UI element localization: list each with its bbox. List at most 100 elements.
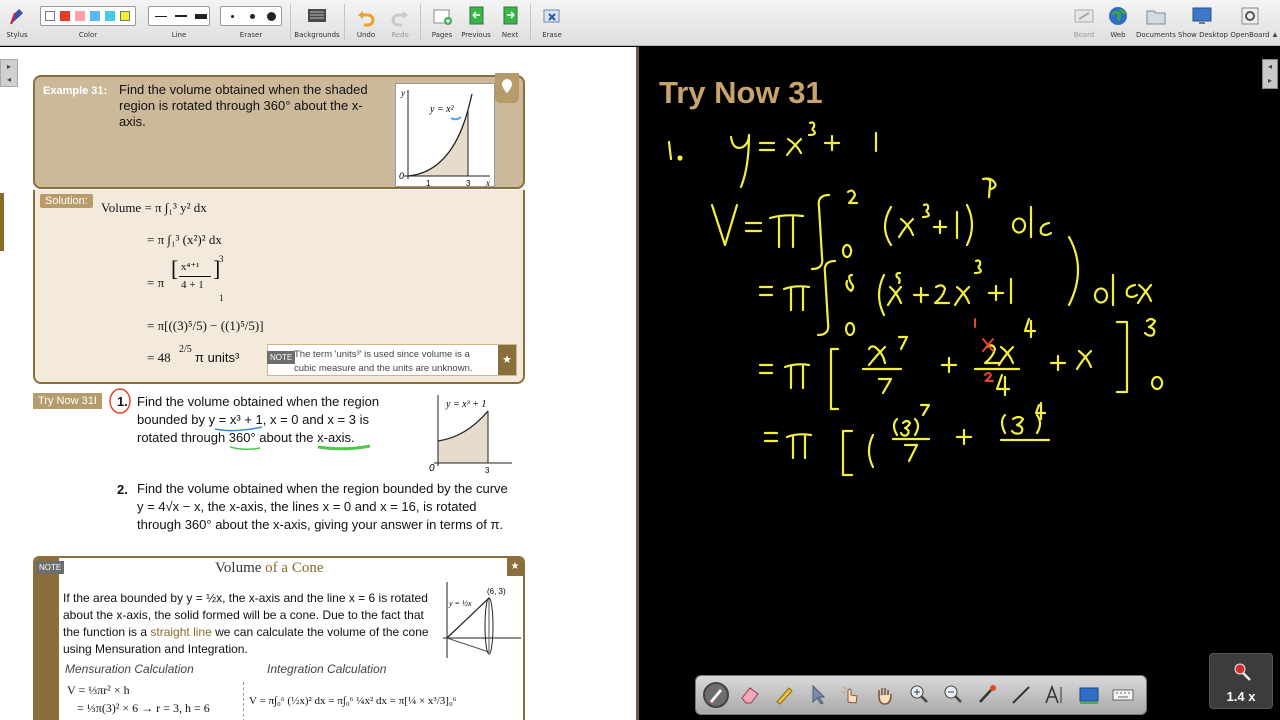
zoom-indicator[interactable]: 1.4 x (1209, 653, 1273, 709)
color-swatch-cyan[interactable] (105, 11, 115, 21)
line-label: Line (171, 31, 187, 39)
board-mode-button[interactable]: Board (1069, 0, 1099, 46)
redo-icon (391, 11, 408, 27)
next-page-button[interactable]: Next (494, 0, 526, 46)
undo-button[interactable]: Undo (350, 0, 382, 46)
left-panel-toggle[interactable]: ▸ ◂ (0, 59, 18, 87)
eraser-size-picker: Eraser (218, 0, 284, 46)
left-gutter: ▸ ◂ (0, 47, 20, 720)
zoom-in-icon (910, 685, 928, 703)
laser-pointer-icon (979, 685, 996, 703)
stylus-button[interactable]: Stylus (2, 0, 32, 46)
line-thick-option[interactable] (195, 14, 207, 19)
cone-text-highlight: straight line (150, 625, 212, 639)
laser-pointer-tool-button[interactable] (974, 682, 1000, 708)
keyboard-tool-button[interactable] (1110, 682, 1136, 708)
next-label: Next (501, 31, 519, 39)
pen-tool-button[interactable] (703, 682, 729, 708)
color-swatch-pink[interactable] (75, 11, 85, 21)
board-icon (1074, 9, 1094, 23)
interact-tool-button[interactable] (838, 682, 864, 708)
color-swatch-white[interactable] (45, 11, 55, 21)
q1-tick: 3 (485, 466, 490, 475)
eraser-large-option[interactable] (267, 12, 276, 21)
highlighter-tool-button[interactable] (771, 682, 797, 708)
text-tool-button[interactable] (1042, 682, 1068, 708)
question-2-number: 2. (117, 482, 128, 497)
pages-button[interactable]: Pages (426, 0, 458, 46)
color-picker: Color (38, 0, 138, 46)
documents-label: Documents (1136, 31, 1176, 39)
cone-graph: y = ½x (6, 3) (433, 578, 523, 662)
star-icon[interactable]: ★ (498, 345, 516, 375)
web-mode-button[interactable]: Web (1103, 0, 1133, 46)
capture-tool-button[interactable] (1076, 682, 1102, 708)
eraser-icon (741, 687, 759, 704)
gutter-marker (0, 193, 4, 251)
color-swatch-red[interactable] (60, 11, 70, 21)
selector-tool-button[interactable] (804, 682, 830, 708)
floating-tool-palette (695, 675, 1147, 715)
cone-note-text: If the area bounded by y = ½x, the x-axi… (63, 590, 433, 658)
mensuration-heading: Mensuration Calculation (65, 662, 194, 676)
question-2-text: Find the volume obtained when the region… (137, 481, 508, 532)
main-toolbar: Stylus Color Line Eraser Backgrounds Und… (0, 0, 1280, 46)
eraser-small-option[interactable] (231, 15, 234, 18)
solution-line-3-denominator: 4 + 1 (181, 279, 204, 291)
openboard-label: OpenBoard (1230, 31, 1270, 39)
question-1-number: 1. (117, 394, 128, 409)
color-swatch-yellow[interactable] (120, 11, 130, 21)
zoom-in-tool-button[interactable] (906, 682, 932, 708)
units-note: NOTE The term 'units³' is used since vol… (267, 344, 517, 376)
cone-note-title: Volume of a Cone (215, 560, 323, 577)
web-label: Web (1110, 31, 1126, 39)
cone-curve-label: y = ½x (448, 599, 472, 608)
integration-line: V = π∫₀⁶ (½x)² dx = π∫₀⁶ ¼x² dx = π[¼ × … (249, 695, 457, 707)
cone-star-icon[interactable]: ★ (507, 558, 523, 576)
solution-line-2: = π ∫₁³ (x²)² dx (147, 232, 222, 247)
pointer-hand-icon (842, 686, 858, 704)
line-tool-button[interactable] (1008, 682, 1034, 708)
solution-line-4: = π[((3)⁵/5) − ((1)⁵/5)] (147, 318, 264, 333)
erase-button[interactable]: Erase (535, 0, 569, 46)
eraser-label: Eraser (239, 31, 263, 39)
backgrounds-button[interactable]: Backgrounds (294, 0, 340, 46)
solution-line-3-prefix: = π (147, 275, 165, 290)
documents-button[interactable]: Documents (1136, 0, 1176, 46)
mensuration-line-1: V = ⅓πr² × h (67, 683, 130, 697)
cone-title-volume: Volume (215, 560, 262, 576)
redo-button[interactable]: Redo (384, 0, 416, 46)
zoom-out-tool-button[interactable] (940, 682, 966, 708)
eraser-size-group (220, 6, 282, 26)
correction-strokes (974, 318, 994, 382)
eraser-medium-option[interactable] (250, 14, 255, 19)
desktop-icon (1192, 7, 1212, 24)
example-text: Find the volume obtained when the shaded… (119, 82, 368, 129)
whiteboard-canvas[interactable]: Try Now 31 ◂ ▸ (639, 47, 1280, 720)
example-graph: y x 0 1 3 y = x² (395, 83, 495, 188)
erase-label: Erase (542, 31, 562, 39)
line-medium-option[interactable] (175, 15, 187, 17)
solution-line-5-value: = 48 (147, 350, 171, 365)
example-axis-y: y (400, 88, 405, 98)
next-page-icon (503, 6, 518, 25)
color-swatch-blue[interactable] (90, 11, 100, 21)
color-swatch-group (40, 6, 136, 26)
example-tick-3: 3 (466, 179, 471, 188)
line-thin-option[interactable] (155, 16, 167, 17)
bookmark-pin-icon[interactable] (495, 73, 519, 103)
hand-tool-button[interactable] (872, 682, 898, 708)
solution-box: Solution: Volume = π ∫₁³ y² dx = π ∫₁³ (… (33, 190, 525, 384)
q1-curve-label: y = x³ + 1 (445, 399, 486, 410)
erase-page-icon (543, 9, 560, 23)
show-desktop-button[interactable]: Show Desktop (1178, 0, 1228, 46)
openboard-menu-button[interactable]: OpenBoard (1229, 0, 1271, 46)
previous-page-button[interactable]: Previous (460, 0, 492, 46)
handwriting-layer (667, 121, 1164, 477)
eraser-tool-button[interactable] (737, 682, 763, 708)
toolbar-collapse-icon[interactable]: ▲ (1271, 30, 1279, 39)
limit-top: 3 (219, 254, 224, 264)
mensuration-line-2: = ⅓π(3)² × 6 → r = 3, h = 6 (77, 701, 210, 715)
redo-label: Redo (391, 31, 409, 39)
example-31-box: Example 31: Find the volume obtained whe… (33, 73, 525, 189)
